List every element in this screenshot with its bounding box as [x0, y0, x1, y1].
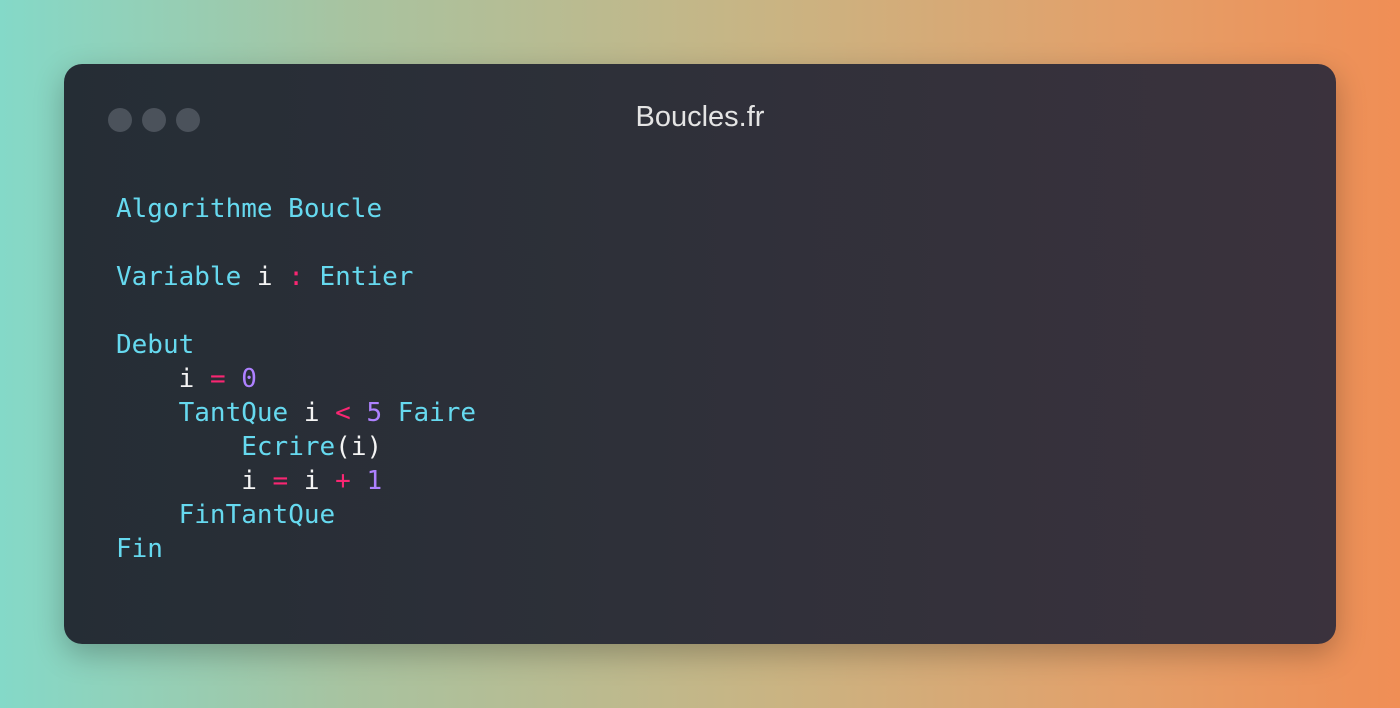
code-window: Boucles.fr Algorithme Boucle Variable i :… — [64, 64, 1336, 644]
code-line: FinTantQue — [116, 498, 476, 532]
code-line: TantQue i < 5 Faire — [116, 396, 476, 430]
code-token: : — [288, 262, 304, 292]
code-token: Variable — [116, 262, 242, 292]
code-token: i — [256, 262, 273, 292]
code-token: Debut — [116, 330, 195, 360]
code-line: Debut — [116, 328, 476, 362]
code-line: i = i + 1 — [116, 464, 476, 498]
code-block: Algorithme Boucle Variable i : Entier Debu… — [116, 192, 476, 566]
code-token: i — [178, 364, 195, 394]
code-token: i — [303, 466, 320, 496]
code-token: ) — [366, 432, 383, 462]
code-token: Faire — [397, 398, 477, 428]
code-token: = — [209, 364, 226, 394]
code-token: < — [335, 398, 351, 428]
code-token: i — [350, 432, 367, 462]
code-token: Entier — [319, 262, 414, 292]
code-token: FinTantQue — [178, 500, 336, 530]
code-token: Fin — [116, 534, 163, 564]
code-token: Algorithme Boucle — [116, 194, 383, 224]
code-token: 1 — [366, 466, 383, 496]
window-title: Boucles.fr — [635, 101, 765, 133]
code-token: Ecrire — [241, 432, 336, 462]
code-line: Algorithme Boucle — [116, 192, 476, 226]
code-token: = — [272, 466, 289, 496]
code-token: TantQue — [178, 398, 289, 428]
code-token: i — [303, 398, 320, 428]
code-token: + — [335, 466, 351, 496]
code-token: 5 — [366, 398, 383, 428]
code-token: ( — [335, 432, 351, 462]
code-line: Variable i : Entier — [116, 260, 476, 294]
code-line: Fin — [116, 532, 476, 566]
code-token: 0 — [241, 364, 257, 394]
code-token: i — [241, 466, 257, 496]
code-line: i = 0 — [116, 362, 476, 396]
code-line: Ecrire(i) — [116, 430, 476, 464]
